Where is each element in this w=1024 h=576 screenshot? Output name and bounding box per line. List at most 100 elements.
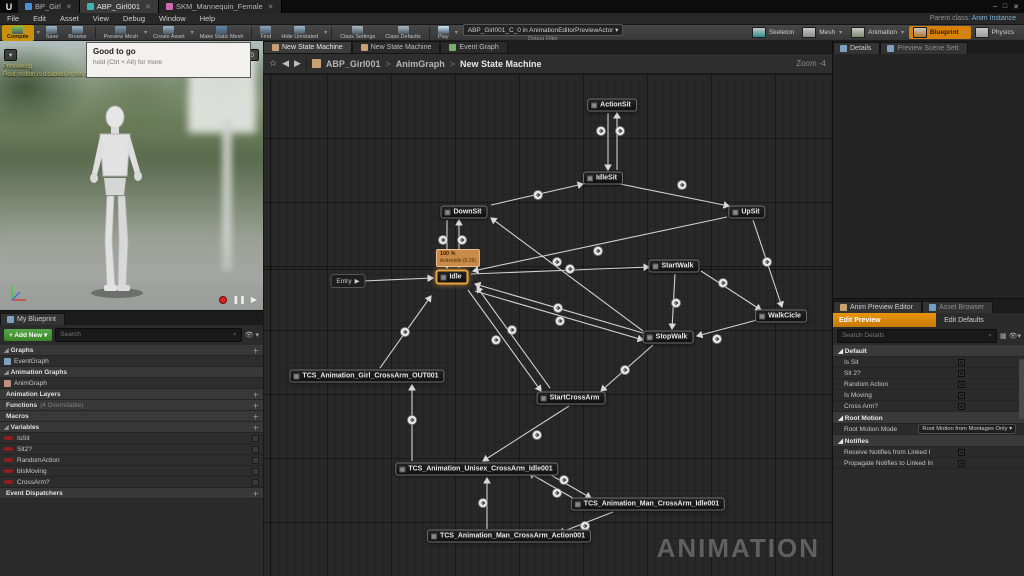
transition-rule-badge[interactable]	[678, 181, 687, 190]
step-button[interactable]: ▶	[251, 295, 257, 304]
instance-editable-toggle[interactable]	[252, 435, 259, 442]
visibility-filter-button[interactable]: 👁︎ ▾	[245, 331, 259, 339]
checkbox[interactable]	[958, 392, 965, 399]
add-icon[interactable]: ＋	[253, 389, 260, 399]
browse-button[interactable]: Browse	[63, 25, 91, 41]
checkbox[interactable]	[958, 449, 965, 456]
transition-rule-badge[interactable]	[479, 499, 488, 508]
checkbox[interactable]	[958, 381, 965, 388]
debug-filter-dropdown[interactable]: ABP_Girl001_C_0 in AnimationEditorPrevie…	[463, 24, 624, 36]
transition-rule-badge[interactable]	[594, 247, 603, 256]
property-section-notifies[interactable]: ◢ Notifies	[833, 435, 1024, 447]
dropdown-caret-icon[interactable]: ▾	[901, 29, 904, 36]
nav-back-button[interactable]: ◀	[282, 58, 289, 69]
state-node-idlesit[interactable]: IdleSit	[583, 172, 623, 185]
menu-item-window[interactable]: Window	[152, 14, 193, 23]
variable-row[interactable]: CrossArm?	[0, 477, 263, 488]
section-header-macros[interactable]: Macros＋	[0, 411, 263, 422]
favorite-star-icon[interactable]: ☆	[269, 58, 277, 69]
add-icon[interactable]: ＋	[253, 400, 260, 410]
make-static-mesh-button[interactable]: Make Static Mesh	[195, 25, 249, 41]
variable-row[interactable]: IsSit	[0, 433, 263, 444]
transition-wire[interactable]	[475, 291, 643, 340]
state-node-downsit[interactable]: DownSit	[441, 206, 488, 219]
tab-details[interactable]: Details	[833, 42, 880, 54]
play-button[interactable]: Play	[433, 25, 454, 41]
menu-item-edit[interactable]: Edit	[26, 14, 53, 23]
variable-row[interactable]: RandomAction	[0, 455, 263, 466]
preview-mesh-button[interactable]: Preview Mesh	[99, 25, 144, 41]
add-icon[interactable]: ＋	[253, 345, 260, 355]
menu-item-file[interactable]: File	[0, 14, 26, 23]
graph-tab-new-state-machine[interactable]: New State Machine	[263, 41, 352, 53]
variable-row[interactable]: Sit2?	[0, 444, 263, 455]
expand-arrow-icon[interactable]: ◢	[4, 424, 9, 431]
checkbox[interactable]	[958, 359, 965, 366]
section-header-variables[interactable]: ◢Variables＋	[0, 422, 263, 433]
variable-row[interactable]: bIsMoving	[0, 466, 263, 477]
dropdown-caret-icon[interactable]: ▾	[963, 29, 966, 36]
edit-defaults-button[interactable]: Edit Defaults	[936, 317, 1024, 324]
state-node-stopwalk[interactable]: StopWalk	[643, 331, 694, 344]
instance-editable-toggle[interactable]	[252, 446, 259, 453]
state-node-tcs_animation_unisex_crossarm_idle001[interactable]: TCS_Animation_Unisex_CrossArm_Idle001	[395, 463, 558, 476]
menu-item-asset[interactable]: Asset	[53, 14, 86, 23]
physics-mode-button[interactable]: Physics	[971, 26, 1018, 39]
edit-preview-button[interactable]: Edit Preview	[833, 313, 936, 327]
dropdown-caret-icon[interactable]: ▾	[144, 29, 147, 36]
tab-asset-browser[interactable]: Asset Browser	[922, 301, 993, 313]
dropdown-caret-icon[interactable]: ▾	[37, 29, 40, 36]
breadcrumb-item[interactable]: AnimGraph	[396, 59, 445, 69]
root-motion-mode-dropdown[interactable]: Root Motion from Montages Only ▾	[918, 424, 1016, 434]
expand-arrow-icon[interactable]: ◢	[4, 347, 9, 354]
menu-item-view[interactable]: View	[86, 14, 116, 23]
transition-rule-badge[interactable]	[408, 416, 417, 425]
state-node-actionsit[interactable]: ActionSit	[587, 99, 637, 112]
details-view-options-button[interactable]: ▦ 👁︎▾	[1000, 332, 1021, 340]
state-node-upsit[interactable]: UpSit	[728, 206, 765, 219]
find-button[interactable]: Find	[255, 25, 276, 41]
transition-rule-badge[interactable]	[553, 258, 562, 267]
state-node-startcrossarm[interactable]: StartCrossArm	[537, 392, 606, 405]
section-header-graphs[interactable]: ◢Graphs＋	[0, 345, 263, 356]
class-defaults-button[interactable]: Class Defaults	[380, 25, 425, 41]
document-tab[interactable]: ABP_Girl001✕	[80, 0, 159, 13]
state-node-tcs_animation_man_crossarm_action001[interactable]: TCS_Animation_Man_CrossArm_Action001	[427, 530, 591, 543]
graph-tab-new-state-machine[interactable]: New State Machine	[352, 41, 441, 53]
preview-viewport[interactable]: ▾ CharacterLOD Auto▶ x1.0 PreviewingRoot…	[0, 41, 263, 310]
transition-rule-badge[interactable]	[508, 326, 517, 335]
tab-my-blueprint[interactable]: My Blueprint	[0, 313, 65, 325]
blueprint-search-input[interactable]: Search ⌕	[55, 328, 241, 342]
section-header-animation-graphs[interactable]: ◢Animation Graphs	[0, 367, 263, 378]
transition-rule-badge[interactable]	[439, 236, 448, 245]
state-node-tcs_animation_man_crossarm_idle001[interactable]: TCS_Animation_Man_CrossArm_Idle001	[571, 498, 725, 511]
details-search-input[interactable]: Search Details ⌕	[837, 329, 997, 343]
transition-rule-badge[interactable]	[534, 191, 543, 200]
section-header-animation-layers[interactable]: Animation Layers＋	[0, 389, 263, 400]
transition-rule-badge[interactable]	[554, 304, 563, 313]
state-node-tcs_animation_girl_crossarm_out001[interactable]: TCS_Animation_Girl_CrossArm_OUT001	[289, 370, 444, 383]
graph-list-item[interactable]: AnimGraph	[0, 378, 263, 389]
checkbox[interactable]	[958, 403, 965, 410]
transition-rule-badge[interactable]	[713, 335, 722, 344]
save-button[interactable]: Save	[41, 25, 64, 41]
add-icon[interactable]: ＋	[253, 422, 260, 432]
dropdown-caret-icon[interactable]: ▾	[839, 29, 842, 36]
mesh-mode-button[interactable]: Mesh▾	[798, 26, 847, 39]
add-new-button[interactable]: + Add New ▾	[4, 329, 52, 341]
transition-wire[interactable]	[363, 278, 433, 281]
transition-wire[interactable]	[491, 218, 643, 331]
hide-unrelated-button[interactable]: Hide Unrelated	[276, 25, 323, 41]
instance-editable-toggle[interactable]	[252, 468, 259, 475]
breadcrumb-item[interactable]: New State Machine	[460, 59, 542, 69]
pause-button[interactable]: ❚❚	[232, 295, 245, 304]
transition-wire[interactable]	[468, 290, 541, 391]
transition-rule-badge[interactable]	[492, 336, 501, 345]
transition-rule-badge[interactable]	[556, 317, 565, 326]
window-maximize-button[interactable]: □	[1003, 3, 1007, 10]
parent-class-value[interactable]: Anim Instance	[972, 15, 1016, 22]
dropdown-caret-icon[interactable]: ▾	[455, 29, 458, 36]
graph-list-item[interactable]: EventGraph	[0, 356, 263, 367]
transition-rule-badge[interactable]	[560, 476, 569, 485]
window-close-button[interactable]: ✕	[1013, 3, 1019, 11]
